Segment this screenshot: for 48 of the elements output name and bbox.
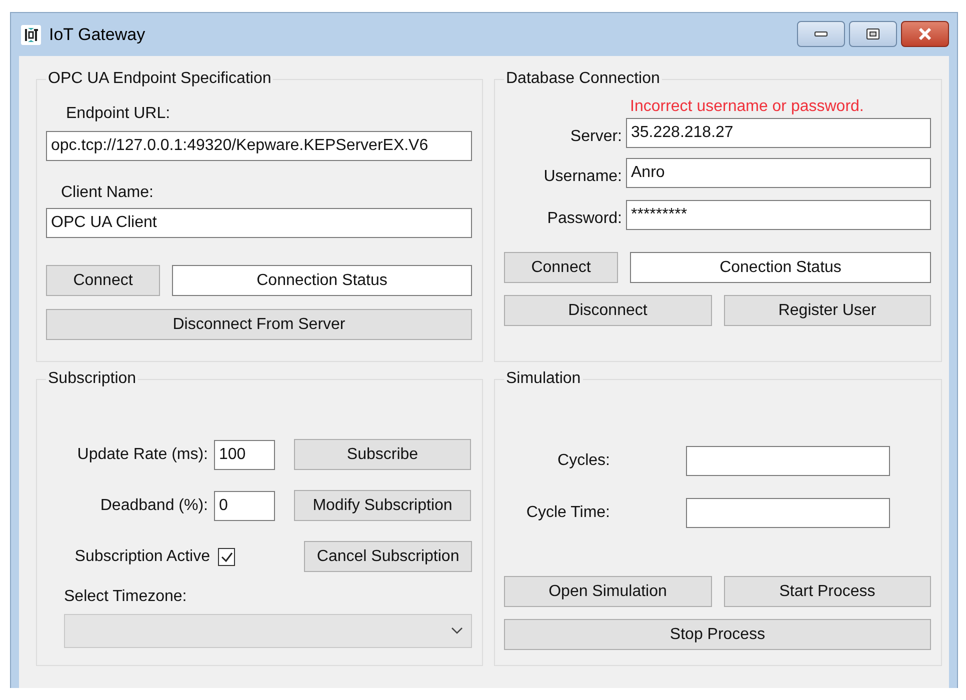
field-label: Deadband (%): (99, 496, 209, 514)
checkbox-label: Subscription Active (74, 548, 211, 566)
chevron-down-icon (451, 627, 463, 635)
open-simulation-button[interactable]: Open Simulation (504, 576, 712, 607)
client-name-field[interactable]: OPC UA Client (46, 208, 472, 238)
start-process-button[interactable]: Start Process (724, 576, 931, 607)
connect-button[interactable]: Connect (46, 265, 160, 296)
group-title: Subscription (47, 370, 138, 388)
group-title: OPC UA Endpoint Specification (47, 70, 272, 88)
cycle-time-field[interactable] (686, 498, 890, 528)
subscription-active-checkbox[interactable] (218, 548, 236, 566)
cancel-subscription-button[interactable]: Cancel Subscription (304, 541, 472, 572)
field-label: Select Timezone: (64, 588, 188, 606)
connection-status-field: Conection Status (630, 252, 931, 283)
field-label: Cycles: (556, 452, 611, 470)
field-label: Server: (569, 128, 623, 146)
restore-icon (866, 28, 880, 40)
stop-process-button[interactable]: Stop Process (504, 619, 931, 650)
group-title: Database Connection (505, 70, 661, 88)
group-title: Simulation (505, 370, 582, 388)
window-title: IoT Gateway (49, 24, 146, 44)
deadband-field[interactable]: 0 (214, 490, 275, 520)
cycles-field[interactable] (686, 446, 890, 476)
field-label: Client Name: (61, 184, 154, 202)
field-label: Cycle Time: (525, 504, 611, 522)
field-label: Endpoint URL: (66, 105, 172, 123)
update-rate-field[interactable]: 100 (214, 440, 275, 470)
error-message: Incorrect username or password. (630, 98, 865, 116)
connection-status-field: Connection Status (172, 265, 472, 296)
field-label: Username: (542, 168, 623, 186)
maximize-button[interactable] (849, 20, 897, 46)
register-user-button[interactable]: Register User (724, 295, 931, 326)
input-field[interactable]: Anro (626, 158, 931, 188)
field-label: Update Rate (ms): (76, 446, 209, 464)
app-logo-icon (21, 24, 41, 44)
minimize-button[interactable] (797, 20, 845, 46)
subscribe-button[interactable]: Subscribe (294, 439, 471, 470)
connect-button[interactable]: Connect (504, 252, 618, 283)
field-label: Password: (546, 210, 623, 228)
close-icon (918, 28, 932, 40)
disconnect-button[interactable]: Disconnect (504, 295, 712, 326)
input-field[interactable]: ********* (626, 200, 931, 230)
disconnect-button[interactable]: Disconnect From Server (46, 309, 472, 340)
endpoint-url-field[interactable]: opc.tcp://127.0.0.1:49320/Kepware.KEPServerEX.V6 (46, 131, 472, 161)
close-button[interactable] (901, 20, 949, 46)
input-field[interactable]: 35.228.218.27 (626, 118, 931, 148)
modify-subscription-button[interactable]: Modify Subscription (294, 490, 471, 521)
minimize-icon (814, 30, 828, 36)
